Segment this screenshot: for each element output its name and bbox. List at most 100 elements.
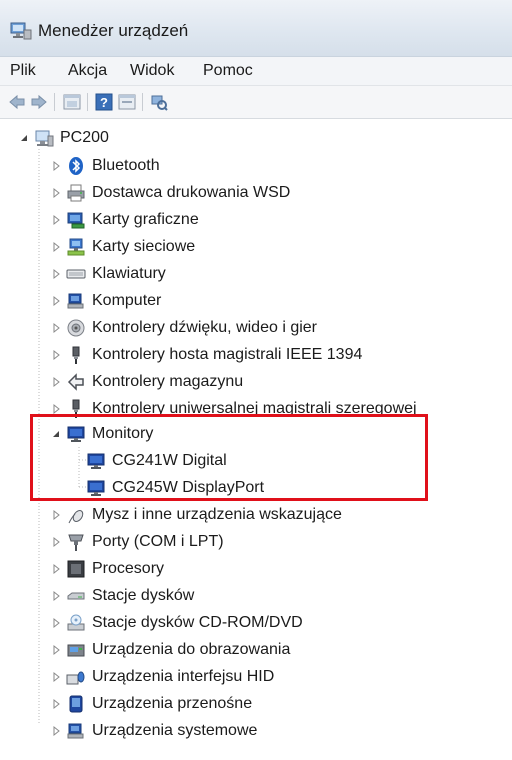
tree-root-label: PC200 <box>60 129 109 146</box>
toolbar: ? <box>0 86 512 119</box>
collapse-arrow-icon[interactable] <box>18 131 30 145</box>
help-icon: ? <box>95 93 113 111</box>
computer-icon <box>34 128 54 148</box>
toolbar-separator <box>142 93 143 111</box>
tree-item-wsd-print[interactable]: Dostawca drukowania WSD <box>50 180 290 206</box>
expand-arrow-icon[interactable] <box>50 589 62 603</box>
keyboard-icon <box>66 264 86 284</box>
window-title: Menedżer urządzeń <box>38 21 189 40</box>
help-button[interactable]: ? <box>95 93 113 111</box>
scan-hardware-button[interactable] <box>150 93 168 111</box>
tree-item-computer[interactable]: Komputer <box>50 288 161 314</box>
tree-item-disk-drives[interactable]: Stacje dysków <box>50 583 194 609</box>
svg-text:?: ? <box>100 95 108 110</box>
tree-item-portable-devices[interactable]: Urządzenia przenośne <box>50 691 252 717</box>
toolbar-separator <box>87 93 88 111</box>
tree-item-label: Karty graficzne <box>92 211 199 228</box>
printer-icon <box>66 183 86 203</box>
menu-plik[interactable]: Plik <box>10 62 36 80</box>
expand-arrow-icon[interactable] <box>50 670 62 684</box>
port-icon <box>66 532 86 552</box>
tree-item-label: Porty (COM i LPT) <box>92 533 224 550</box>
tree-item-label: Urządzenia przenośne <box>92 695 253 712</box>
processor-icon <box>66 559 86 579</box>
expand-arrow-icon[interactable] <box>50 213 62 227</box>
title-bar[interactable]: Menedżer urządzeń <box>0 0 512 57</box>
menu-pomoc[interactable]: Pomoc <box>203 62 253 80</box>
mouse-icon <box>66 505 86 525</box>
system-device-icon <box>66 721 86 741</box>
tree-item-display-adapters[interactable]: Karty graficzne <box>50 207 199 233</box>
tree-item-keyboards[interactable]: Klawiatury <box>50 261 166 287</box>
expand-arrow-icon[interactable] <box>50 724 62 738</box>
tree-item-label: Bluetooth <box>92 157 160 174</box>
tree-item-label: Procesory <box>92 560 165 577</box>
network-adapter-icon <box>66 237 86 257</box>
tree-item-label: Klawiatury <box>92 265 166 282</box>
tree-item-bluetooth[interactable]: Bluetooth <box>50 153 160 179</box>
tree-item-label: Kontrolery hosta magistrali IEEE 1394 <box>92 346 363 363</box>
tree-item-network-adapters[interactable]: Karty sieciowe <box>50 234 195 260</box>
tree-item-label: Stacje dysków <box>92 587 195 604</box>
tree-item-ieee1394-controllers[interactable]: Kontrolery hosta magistrali IEEE 1394 <box>50 342 362 368</box>
tree-item-label: Urządzenia do obrazowania <box>92 641 291 658</box>
expand-arrow-icon[interactable] <box>50 294 62 308</box>
tree-item-label: Mysz i inne urządzenia wskazujące <box>92 506 342 523</box>
device-tree: PC200 Bluetooth Dostawca drukowania WSD … <box>0 119 512 760</box>
expand-arrow-icon[interactable] <box>50 348 62 362</box>
ieee1394-icon <box>66 345 86 365</box>
show-hide-console-tree-button[interactable] <box>63 93 81 111</box>
menu-akcja[interactable]: Akcja <box>68 62 107 80</box>
menu-bar: Plik Akcja Widok Pomoc <box>0 57 512 86</box>
expand-arrow-icon[interactable] <box>50 697 62 711</box>
tree-item-label: Karty sieciowe <box>92 238 196 255</box>
tree-item-processors[interactable]: Procesory <box>50 556 164 582</box>
tree-item-label: Stacje dysków CD-ROM/DVD <box>92 614 303 631</box>
tree-root-pc200[interactable]: PC200 <box>18 125 109 151</box>
toolbar-separator <box>54 93 55 111</box>
tree-item-cdrom-drives[interactable]: Stacje dysków CD-ROM/DVD <box>50 610 303 636</box>
expand-arrow-icon[interactable] <box>50 186 62 200</box>
expand-arrow-icon[interactable] <box>50 159 62 173</box>
portable-device-icon <box>66 694 86 714</box>
cdrom-icon <box>66 613 86 633</box>
tree-item-storage-controllers[interactable]: Kontrolery magazynu <box>50 369 243 395</box>
back-arrow-icon <box>9 94 25 110</box>
expand-arrow-icon[interactable] <box>50 375 62 389</box>
expand-arrow-icon[interactable] <box>50 562 62 576</box>
bluetooth-icon <box>66 156 86 176</box>
tree-item-hid-devices[interactable]: Urządzenia interfejsu HID <box>50 664 274 690</box>
expand-arrow-icon[interactable] <box>50 535 62 549</box>
tree-item-system-devices[interactable]: Urządzenia systemowe <box>50 718 257 744</box>
expand-arrow-icon[interactable] <box>50 267 62 281</box>
computer-icon <box>66 291 86 311</box>
back-button[interactable] <box>8 93 26 111</box>
console-tree-icon <box>63 94 81 110</box>
tree-item-imaging-devices[interactable]: Urządzenia do obrazowania <box>50 637 290 663</box>
expand-arrow-icon[interactable] <box>50 321 62 335</box>
tree-item-sound-controllers[interactable]: Kontrolery dźwięku, wideo i gier <box>50 315 317 341</box>
expand-arrow-icon[interactable] <box>50 508 62 522</box>
expand-arrow-icon[interactable] <box>50 643 62 657</box>
tree-item-label: Dostawca drukowania WSD <box>92 184 291 201</box>
expand-arrow-icon[interactable] <box>50 240 62 254</box>
tree-item-label: Komputer <box>92 292 162 309</box>
imaging-icon <box>66 640 86 660</box>
monitors-highlight-box <box>30 414 428 501</box>
expand-arrow-icon[interactable] <box>50 616 62 630</box>
tree-item-mice[interactable]: Mysz i inne urządzenia wskazujące <box>50 502 342 528</box>
forward-button[interactable] <box>30 93 48 111</box>
hid-icon <box>66 667 86 687</box>
tree-item-ports[interactable]: Porty (COM i LPT) <box>50 529 224 555</box>
tree-item-label: Kontrolery dźwięku, wideo i gier <box>92 319 317 336</box>
sound-icon <box>66 318 86 338</box>
properties-button[interactable] <box>118 93 136 111</box>
tree-item-label: Kontrolery magazynu <box>92 373 244 390</box>
device-manager-window: Menedżer urządzeń Plik Akcja Widok Pomoc… <box>0 0 512 760</box>
properties-icon <box>118 94 136 110</box>
storage-controller-icon <box>66 372 86 392</box>
tree-item-label: Urządzenia interfejsu HID <box>92 668 275 685</box>
menu-widok[interactable]: Widok <box>130 62 174 80</box>
scan-hardware-icon <box>151 95 168 111</box>
device-manager-icon <box>10 22 32 40</box>
